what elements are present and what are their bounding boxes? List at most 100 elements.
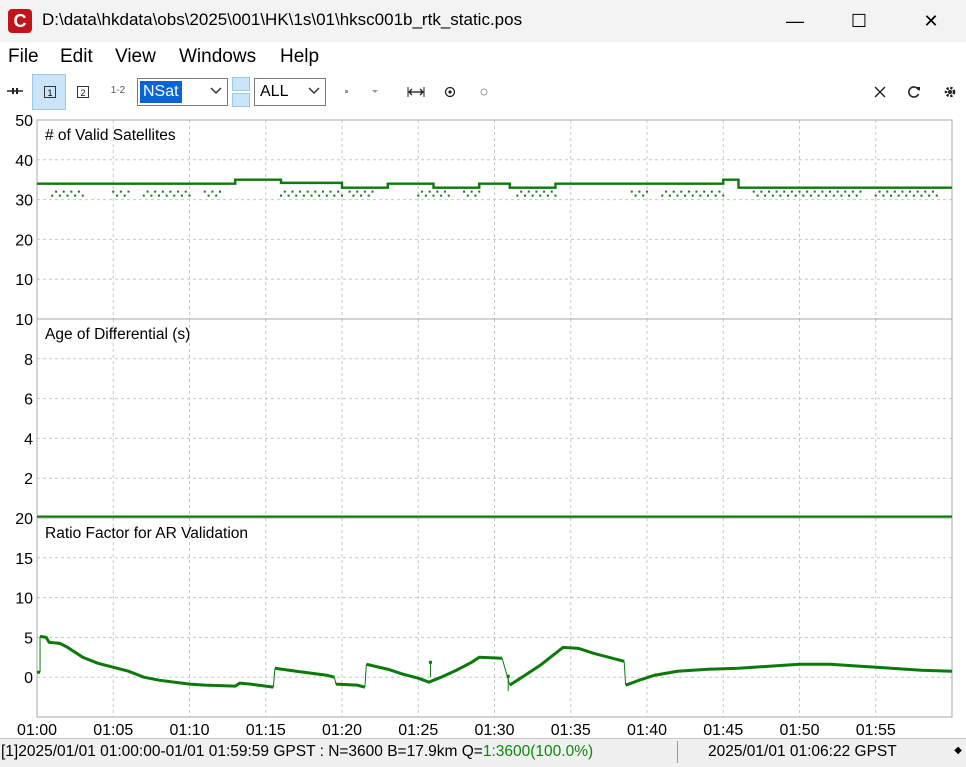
nsat-dropout-point (703, 190, 706, 193)
nsat-dropout-point (554, 194, 557, 197)
nsat-dropout-point (550, 190, 553, 193)
circle-icon[interactable] (474, 82, 494, 105)
plot-area[interactable]: 5040302010# of Valid Satellites108642Age… (0, 112, 966, 738)
minimize-button[interactable]: — (772, 4, 818, 38)
spin-down-icon (232, 93, 250, 107)
nsat-dropout-point (760, 190, 763, 193)
nsat-dropout-point (321, 190, 324, 193)
y-tick-label: 15 (15, 551, 33, 568)
satellite-filter-select[interactable]: ALL (254, 78, 326, 106)
plot-2-label: 2 (77, 86, 89, 98)
nsat-dropout-point (169, 190, 172, 193)
reload-icon[interactable] (904, 82, 924, 105)
nsat-dropout-point (173, 194, 176, 197)
nsat-dropout-point (825, 194, 828, 197)
menu-view[interactable]: View (115, 46, 156, 68)
title-bar: C D:\data\hkdata\obs\2025\001\HK\1s\01\h… (0, 0, 966, 42)
y-tick-label: 5 (24, 630, 33, 647)
status-bar: [1]2025/01/01 01:00:00-01/01 01:59:59 GP… (0, 738, 966, 767)
plot-title: Ratio Factor for AR Validation (45, 525, 248, 542)
nsat-dropout-point (543, 190, 546, 193)
x-tick-label: 01:50 (779, 722, 819, 738)
toolbar: 1 2 1-2 NSat ALL (0, 72, 966, 112)
nsat-dropout-point (70, 190, 73, 193)
nsat-dropout-point (62, 190, 65, 193)
ratio-series-line (274, 666, 335, 679)
menu-windows[interactable]: Windows (179, 46, 256, 68)
nsat-dropout-point (77, 190, 80, 193)
close-button[interactable]: ✕ (908, 4, 954, 38)
settings-gear-icon[interactable] (940, 82, 960, 105)
center-target-icon[interactable] (440, 82, 460, 105)
nsat-dropout-point (840, 194, 843, 197)
x-tick-label: 01:00 (17, 722, 57, 738)
nsat-dropout-point (219, 190, 221, 193)
menu-file[interactable]: File (8, 46, 39, 68)
plot-type-value: NSat (140, 81, 182, 103)
nsat-dropout-point (291, 190, 294, 193)
plot-type-select[interactable]: NSat (137, 78, 228, 106)
y-tick-label: 30 (15, 193, 33, 210)
nsat-dropout-point (356, 190, 359, 193)
nsat-dropout-point (665, 190, 668, 193)
nsat-dropout-point (752, 190, 755, 193)
nsat-dropout-point (466, 194, 469, 197)
nsat-dropout-point (806, 190, 809, 193)
nsat-dropout-point (424, 194, 427, 197)
y-tick-label: 10 (15, 272, 33, 289)
nsat-dropout-point (893, 190, 896, 193)
nsat-dropout-point (180, 194, 183, 197)
y-tick-label: 10 (15, 591, 33, 608)
nsat-dropout-point (443, 190, 446, 193)
nsat-dropout-point (299, 190, 302, 193)
x-tick-label: 01:40 (627, 722, 667, 738)
nsat-dropout-point (325, 194, 328, 197)
nsat-dropout-point (928, 194, 931, 197)
nsat-dropout-point (280, 194, 282, 197)
triangle-down-icon[interactable] (368, 82, 382, 105)
nsat-dropout-point (638, 190, 641, 193)
nsat-dropout-point (177, 190, 180, 193)
nsat-dropout-point (161, 190, 164, 193)
nsat-dropout-point (516, 194, 519, 197)
nsat-dropout-point (74, 194, 77, 197)
menu-help[interactable]: Help (280, 46, 319, 68)
satellite-spin-button[interactable] (232, 77, 250, 107)
nsat-dropout-point (836, 190, 839, 193)
plot-2-button[interactable]: 2 (70, 80, 96, 104)
nsat-dropout-point (756, 194, 759, 197)
nsat-dropout-point (779, 194, 782, 197)
nsat-dropout-point (333, 194, 336, 197)
y-tick-label: 10 (15, 312, 33, 329)
nsat-dropout-point (855, 194, 858, 197)
status-range: [1]2025/01/01 01:00:00-01/01 01:59:59 GP… (1, 743, 483, 760)
plot-1-label: 1 (44, 86, 56, 98)
connect-icon[interactable] (6, 84, 24, 101)
ratio-spike-point (428, 660, 432, 664)
dot-small-icon[interactable] (340, 82, 354, 105)
ratio-series-line (625, 662, 953, 687)
clear-icon[interactable] (870, 82, 890, 105)
nsat-dropout-point (440, 194, 443, 197)
nsat-dropout-point (470, 190, 473, 193)
nsat-dropout-point (699, 194, 702, 197)
nsat-dropout-point (535, 190, 538, 193)
nsat-dropout-point (329, 190, 332, 193)
nsat-dropout-point (790, 190, 793, 193)
menu-bar: File Edit View Windows Help (0, 42, 966, 72)
nsat-dropout-point (287, 194, 290, 197)
resize-grip-icon[interactable]: ◆ (954, 745, 962, 756)
plot-1-button[interactable]: 1 (32, 74, 66, 110)
nsat-dropout-point (768, 190, 770, 193)
y-tick-label: 20 (15, 232, 33, 249)
nsat-dropout-point (371, 190, 374, 193)
plot-1-2-button[interactable]: 1-2 (106, 85, 130, 96)
nsat-dropout-point (306, 190, 309, 193)
nsat-dropout-point (783, 190, 786, 193)
maximize-button[interactable]: ☐ (836, 4, 882, 38)
nsat-dropout-point (81, 194, 84, 197)
menu-edit[interactable]: Edit (60, 46, 93, 68)
nsat-dropout-point (897, 194, 900, 197)
nsat-dropout-point (146, 190, 149, 193)
fit-horizontal-icon[interactable] (406, 82, 426, 105)
